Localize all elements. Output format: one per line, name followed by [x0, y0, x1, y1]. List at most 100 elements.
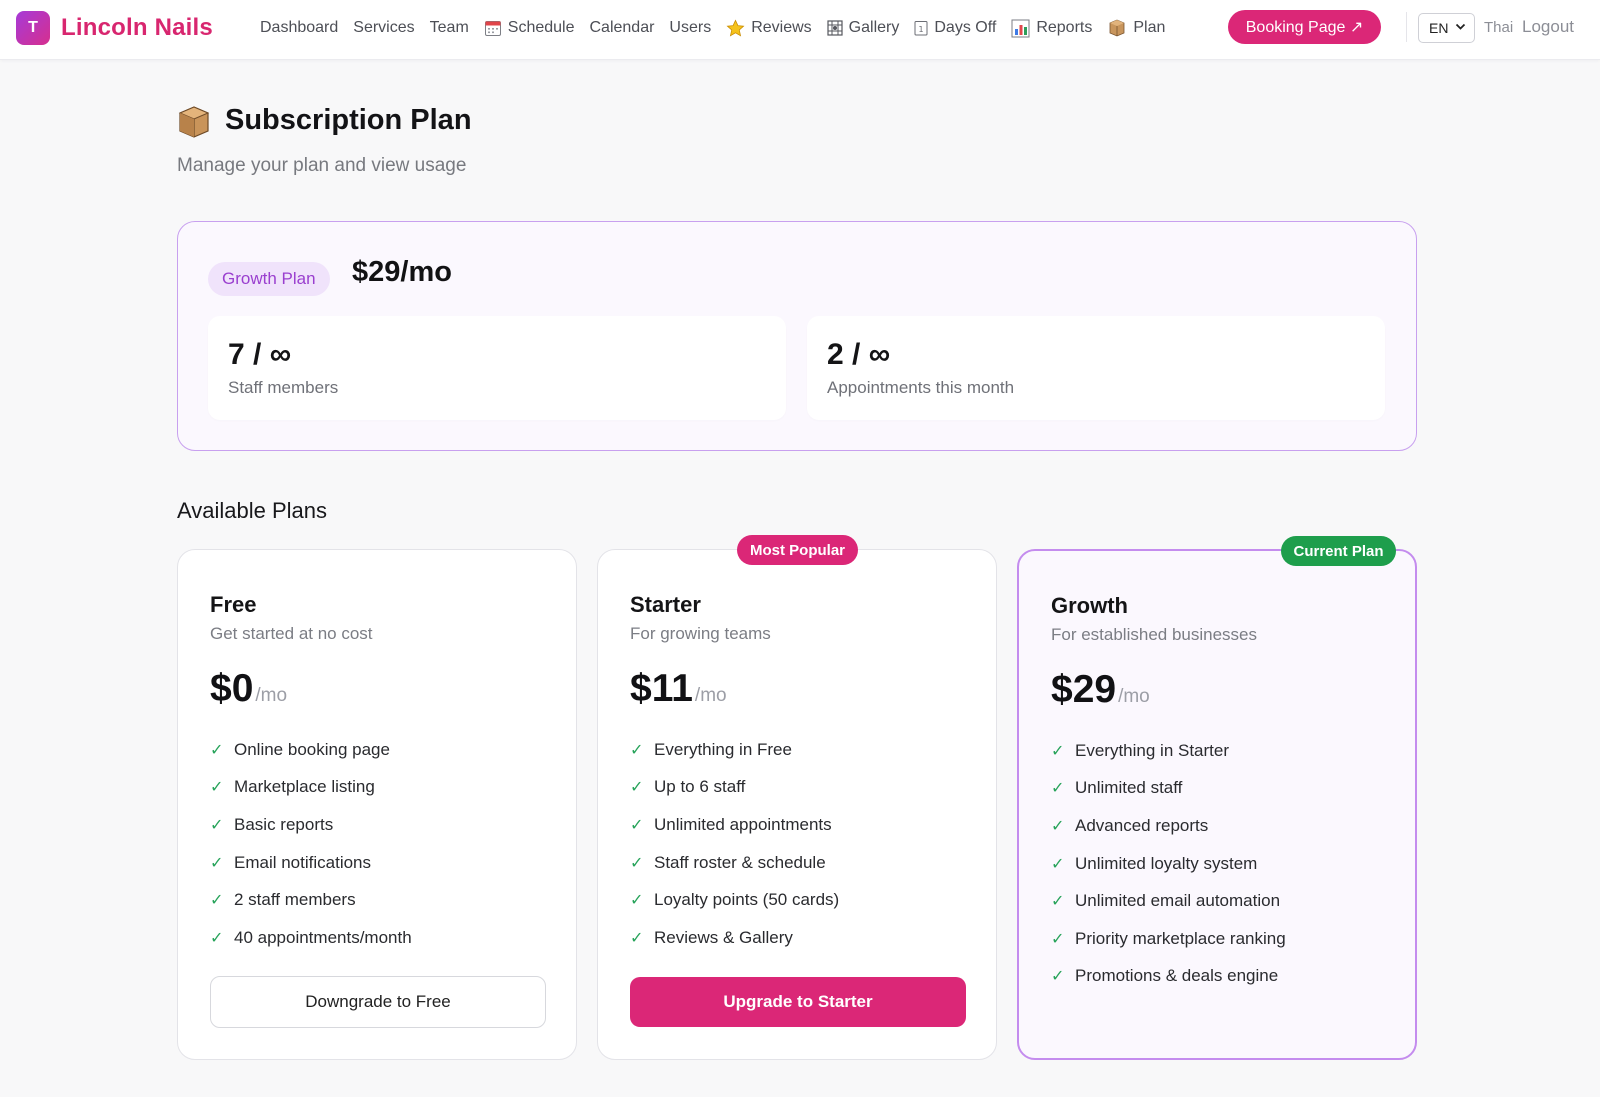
plan-name: Free: [210, 592, 257, 617]
feature-item: ✓ Basic reports: [210, 814, 334, 834]
plan-card-growth: Current Plan Growth For established busi…: [1017, 536, 1417, 1060]
page-title: Subscription Plan: [225, 104, 472, 136]
nav-item-team[interactable]: Team: [430, 19, 469, 37]
check-icon: ✓: [630, 816, 644, 834]
nav-item-plan[interactable]: Plan: [1107, 18, 1165, 38]
feature-item: ✓ Unlimited appointments: [630, 814, 832, 834]
nav-item-label: Users: [669, 19, 712, 36]
check-icon: ✓: [630, 779, 644, 797]
plan-description: For growing teams: [630, 624, 771, 643]
plan-card-free: Free Get started at no cost $0 /mo ✓ Onli…: [177, 549, 577, 1060]
day-off-icon: 1: [914, 20, 928, 36]
check-icon: ✓: [1051, 780, 1065, 798]
current-plan-price: $29/mo: [352, 256, 452, 288]
user-name: Thai: [1484, 19, 1514, 36]
check-icon: ✓: [1051, 930, 1065, 948]
nav-item-gallery[interactable]: Gallery: [827, 19, 900, 37]
nav-item-label: Reviews: [751, 19, 812, 36]
feature-list: ✓ Online booking page ✓ Marketplace listin…: [210, 731, 412, 957]
feature-item: ✓ Up to 6 staff: [630, 777, 746, 797]
plan-card-starter: Most Popular Starter For growing teams $…: [597, 535, 997, 1060]
nav-item-services[interactable]: Services: [353, 19, 414, 37]
nav-item-label: Calendar: [589, 19, 655, 36]
price-amount: $0: [210, 667, 254, 710]
brand[interactable]: T Lincoln Nails: [16, 10, 213, 46]
check-icon: ✓: [630, 929, 644, 947]
feature-item: ✓ Unlimited email automation: [1051, 891, 1281, 911]
feature-item: ✓ Marketplace listing: [210, 777, 375, 797]
check-icon: ✓: [1051, 893, 1065, 911]
package-icon: [176, 104, 212, 140]
downgrade-free-button[interactable]: Downgrade to Free: [210, 976, 546, 1028]
language-select[interactable]: EN: [1418, 13, 1475, 43]
feature-item: ✓ Email notifications: [210, 852, 372, 872]
check-icon: ✓: [1051, 968, 1065, 986]
feature-item: ✓ 40 appointments/month: [210, 927, 412, 947]
plan-price: $0 /mo: [210, 667, 287, 711]
check-icon: ✓: [210, 779, 224, 797]
upgrade-starter-button[interactable]: Upgrade to Starter: [630, 977, 966, 1027]
plan-price: $29 /mo: [1051, 668, 1150, 712]
nav-item-reports[interactable]: Reports: [1011, 19, 1092, 38]
nav-menu: Dashboard Services Team Schedule Calenda…: [260, 16, 1180, 40]
usage-label: Appointments this month: [827, 378, 1015, 397]
nav-item-label: Team: [429, 19, 469, 36]
feature-item: ✓ Promotions & deals engine: [1051, 966, 1279, 986]
feature-item: ✓ Loyalty points (50 cards): [630, 890, 840, 910]
price-period: /mo: [1118, 686, 1150, 707]
feature-item: ✓ Everything in Starter: [1051, 740, 1230, 760]
nav-item-label: Schedule: [507, 19, 575, 36]
feature-item: ✓ Staff roster & schedule: [630, 852, 826, 872]
booking-page-button[interactable]: Booking Page ↗: [1228, 10, 1381, 44]
nav-item-calendar[interactable]: Calendar: [589, 19, 654, 37]
brand-logo: T: [16, 11, 50, 45]
available-plans-title: Available Plans: [177, 498, 328, 523]
price-period: /mo: [255, 685, 288, 706]
gallery-icon: [827, 20, 843, 36]
nav-item-label: Gallery: [848, 19, 900, 36]
star-icon: [726, 19, 745, 38]
check-icon: ✓: [210, 892, 224, 910]
check-icon: ✓: [1051, 817, 1065, 835]
nav-item-label: Dashboard: [260, 19, 339, 36]
nav-item-label: Plan: [1133, 19, 1166, 36]
plan-description: Get started at no cost: [210, 624, 373, 643]
usage-label: Staff members: [228, 378, 339, 397]
feature-item: ✓ Priority marketplace ranking: [1051, 928, 1286, 948]
nav-item-label: Reports: [1036, 19, 1093, 36]
feature-item: ✓ 2 staff members: [210, 890, 356, 910]
chevron-down-icon: [1455, 21, 1466, 35]
nav-item-schedule[interactable]: Schedule: [484, 19, 575, 37]
feature-item: ✓ Everything in Free: [630, 739, 792, 759]
feature-item: ✓ Online booking page: [210, 739, 390, 759]
current-plan-ribbon: Current Plan: [1281, 536, 1396, 566]
current-plan-badge: Growth Plan: [208, 262, 330, 296]
check-icon: ✓: [630, 854, 644, 872]
svg-text:1: 1: [919, 25, 924, 34]
plan-name: Growth: [1051, 593, 1128, 618]
plan-name: Starter: [630, 592, 701, 617]
check-icon: ✓: [630, 741, 644, 759]
price-amount: $29: [1051, 668, 1117, 711]
usage-appointments: 2 / ∞ Appointments this month: [807, 316, 1385, 420]
nav-divider: [1406, 12, 1407, 42]
plan-description: For established businesses: [1051, 625, 1258, 644]
check-icon: ✓: [210, 929, 224, 947]
nav-item-days-off[interactable]: 1 Days Off: [914, 19, 996, 37]
check-icon: ✓: [1051, 742, 1065, 760]
nav-item-reviews[interactable]: Reviews: [726, 19, 812, 38]
language-value: EN: [1429, 20, 1449, 36]
check-icon: ✓: [210, 741, 224, 759]
check-icon: ✓: [210, 816, 224, 834]
nav-item-users[interactable]: Users: [669, 19, 711, 37]
feature-item: ✓ Unlimited loyalty system: [1051, 853, 1258, 873]
logout-link[interactable]: Logout: [1522, 17, 1574, 37]
feature-item: ✓ Reviews & Gallery: [630, 927, 793, 947]
package-icon: [1107, 18, 1127, 38]
check-icon: ✓: [630, 892, 644, 910]
nav-item-dashboard[interactable]: Dashboard: [260, 19, 338, 37]
check-icon: ✓: [210, 854, 224, 872]
top-nav: T Lincoln Nails Dashboard Services Team …: [0, 0, 1600, 60]
nav-item-label: Services: [353, 19, 415, 36]
bar-chart-icon: [1011, 19, 1030, 38]
